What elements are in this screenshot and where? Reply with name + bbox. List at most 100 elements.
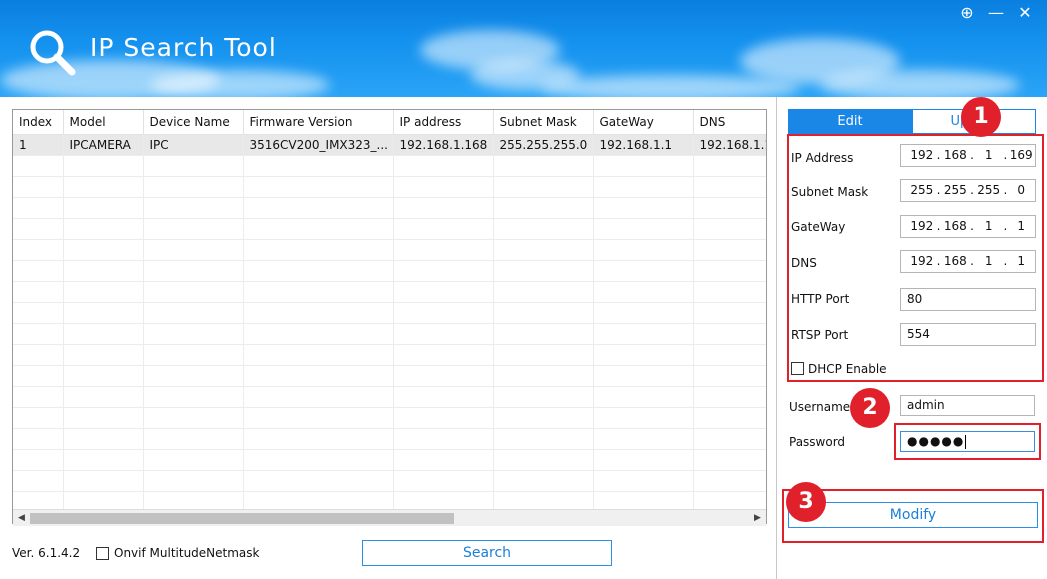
table-cell: [13, 197, 64, 219]
table-cell: [243, 218, 394, 240]
table-cell: [143, 323, 244, 345]
table-cell: [593, 323, 694, 345]
table-cell: [693, 281, 766, 303]
table-row[interactable]: [13, 155, 766, 177]
table-cell: [13, 449, 64, 471]
table-cell: [143, 428, 244, 450]
table-cell: [693, 260, 766, 282]
table-cell: 3516CV200_IMX323_...: [243, 134, 394, 156]
table-row[interactable]: [13, 386, 766, 408]
table-cell: [13, 344, 64, 366]
table-row[interactable]: [13, 449, 766, 471]
table-cell: IPC: [143, 134, 244, 156]
table-cell: [493, 281, 594, 303]
table-row[interactable]: [13, 302, 766, 324]
table-cell: [393, 197, 494, 219]
table-cell: [593, 386, 694, 408]
minimize-button[interactable]: —: [985, 4, 1007, 22]
table-row[interactable]: [13, 428, 766, 450]
column-header[interactable]: GateWay: [593, 110, 694, 135]
table-cell: [13, 428, 64, 450]
table-row[interactable]: [13, 407, 766, 429]
table-cell: [13, 386, 64, 408]
table-cell: [243, 344, 394, 366]
table-cell: [143, 176, 244, 198]
tab-edit[interactable]: Edit: [788, 109, 912, 134]
table-cell: [143, 302, 244, 324]
table-cell: [493, 365, 594, 387]
table-cell: [393, 386, 494, 408]
scrollbar-thumb[interactable]: [30, 513, 454, 524]
table-cell: [243, 449, 394, 471]
table-cell: [493, 218, 594, 240]
scroll-left-icon[interactable]: ◀: [13, 510, 30, 527]
table-cell: [593, 407, 694, 429]
column-header[interactable]: IP address: [393, 110, 494, 135]
close-button[interactable]: ✕: [1014, 4, 1036, 22]
table-cell: [393, 260, 494, 282]
column-header[interactable]: Model: [63, 110, 144, 135]
column-header[interactable]: Index: [13, 110, 64, 135]
table-cell: [393, 281, 494, 303]
table-cell: [693, 155, 766, 177]
table-cell: [13, 302, 64, 324]
table-cell: [243, 239, 394, 261]
table-cell: [593, 218, 694, 240]
table-row[interactable]: [13, 365, 766, 387]
table-cell: [593, 281, 694, 303]
table-cell: [393, 176, 494, 198]
username-field[interactable]: admin: [900, 395, 1035, 416]
column-header[interactable]: DNS: [693, 110, 766, 135]
onvif-checkbox[interactable]: [96, 547, 109, 560]
table-row[interactable]: [13, 281, 766, 303]
table-cell: [593, 365, 694, 387]
table-row[interactable]: [13, 344, 766, 366]
table-cell: [493, 386, 594, 408]
column-header[interactable]: Subnet Mask: [493, 110, 594, 135]
table-cell: [63, 407, 144, 429]
horizontal-scrollbar[interactable]: ◀ ▶: [13, 509, 766, 526]
table-cell: [693, 218, 766, 240]
table-cell: [143, 281, 244, 303]
table-row[interactable]: [13, 218, 766, 240]
table-row[interactable]: [13, 197, 766, 219]
table-row[interactable]: [13, 176, 766, 198]
table-cell: [593, 302, 694, 324]
table-cell: [13, 365, 64, 387]
annotation-badge-3: 3: [786, 482, 826, 522]
table-cell: [493, 344, 594, 366]
annotation-box-network: [787, 134, 1044, 382]
table-cell: [243, 281, 394, 303]
table-row[interactable]: [13, 260, 766, 282]
table-cell: [593, 470, 694, 492]
table-cell: [143, 386, 244, 408]
table-cell: [693, 428, 766, 450]
table-cell: [393, 218, 494, 240]
search-button[interactable]: Search: [362, 540, 612, 566]
table-row[interactable]: [13, 470, 766, 492]
table-cell: [593, 197, 694, 219]
column-header[interactable]: Firmware Version: [243, 110, 394, 135]
table-cell: [143, 260, 244, 282]
table-cell: [243, 302, 394, 324]
table-cell: [63, 260, 144, 282]
table-cell: [493, 428, 594, 450]
table-cell: [393, 365, 494, 387]
table-cell: 192.168.1.1: [593, 134, 694, 156]
table-cell: [63, 302, 144, 324]
table-cell: [143, 449, 244, 471]
table-cell: [493, 260, 594, 282]
table-cell: 192.168.1.168: [393, 134, 494, 156]
table-cell: [13, 470, 64, 492]
table-row[interactable]: [13, 239, 766, 261]
table-cell: [593, 176, 694, 198]
table-cell: [63, 386, 144, 408]
add-icon[interactable]: ⊕: [956, 4, 978, 22]
table-cell: [393, 155, 494, 177]
table-cell: [493, 470, 594, 492]
column-header[interactable]: Device Name: [143, 110, 244, 135]
scroll-right-icon[interactable]: ▶: [749, 510, 766, 527]
table-row[interactable]: 1 IPCAMERA IPC 3516CV200_IMX323_... 192.168.…: [13, 134, 766, 156]
table-cell: [243, 470, 394, 492]
table-row[interactable]: [13, 323, 766, 345]
